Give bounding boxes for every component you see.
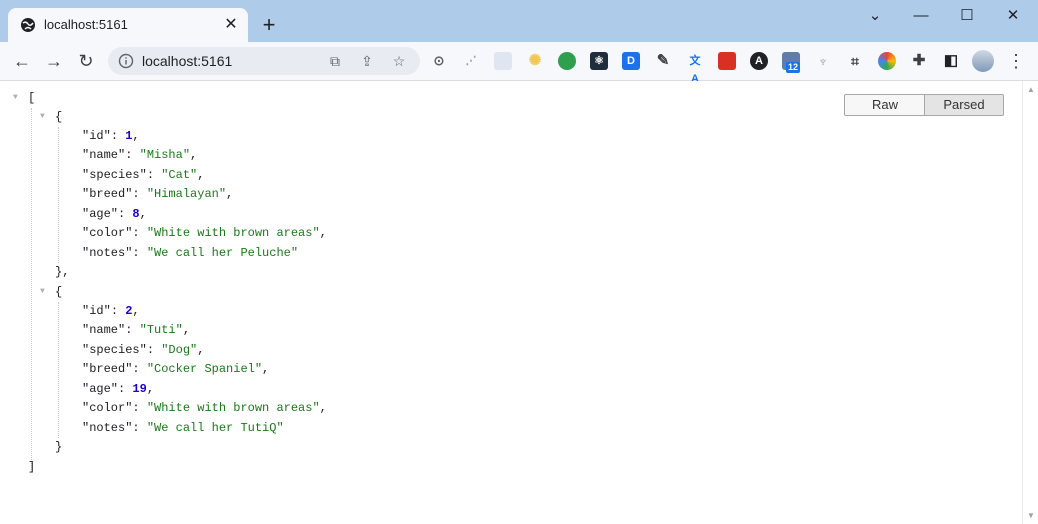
browser-titlebar: localhost:5161 ✕ + ⌄ — ☐ ✕ [0,0,1038,42]
object-close: }, [55,265,70,279]
extension-icon-6[interactable]: ⚛ [590,52,608,70]
tab-title: localhost:5161 [44,17,128,32]
maximize-button[interactable]: ☐ [945,6,989,26]
json-line-notes: "notes": "We call her TutiQ" [82,421,284,435]
collapse-object-toggle[interactable]: ▼ [40,112,45,121]
json-line-breed: "breed": "Himalayan", [82,187,234,201]
array-close: ] [28,460,36,474]
address-bar[interactable]: localhost:5161 ⧉ ⇪ ☆ [108,47,420,75]
close-window-button[interactable]: ✕ [991,6,1035,26]
octopus-icon[interactable]: ♆ [814,52,832,70]
translate-icon[interactable]: ⧉ [326,52,344,70]
back-button[interactable]: ← [10,49,34,73]
collapse-array-toggle[interactable]: ▼ [13,93,18,102]
json-line-name: "name": "Tuti", [82,323,191,337]
object-open: { [55,110,63,124]
json-line-species: "species": "Cat", [82,168,205,182]
bookmark-star-icon[interactable]: ☆ [390,52,408,70]
json-line-color: "color": "White with brown areas", [82,401,327,415]
share-icon[interactable]: ⇪ [358,52,376,70]
pen-icon[interactable]: ✎ [654,52,672,70]
object-open: { [55,285,63,299]
side-panel-icon[interactable]: ◧ [942,52,960,70]
json-line-id: "id": 1, [82,129,140,143]
capture-icon[interactable]: ⌗ [846,52,864,70]
browser-toolbar: ← → ↻ localhost:5161 ⧉ ⇪ ☆ ⊙ ⋰ ✺ ⚛ D ✎ 文… [0,42,1038,85]
extension-icon-1[interactable]: ⊙ [430,52,448,70]
menu-kebab-icon[interactable]: ⋮ [1004,49,1028,73]
color-picker-icon[interactable] [878,52,896,70]
extensions-puzzle-icon[interactable]: ✚ [910,52,928,70]
json-line-notes: "notes": "We call her Peluche" [82,246,299,260]
extension-icon-4[interactable]: ✺ [526,52,544,70]
view-toggle: Raw Parsed [844,94,1004,116]
extension-icon-5[interactable] [558,52,576,70]
reload-button[interactable]: ↻ [74,49,98,73]
json-line-species: "species": "Dog", [82,343,205,357]
extension-icon-2[interactable]: ⋰ [462,52,480,70]
json-line-color: "color": "White with brown areas", [82,226,327,240]
url-text: localhost:5161 [142,53,233,69]
globe-icon [21,18,35,32]
browser-tab[interactable]: localhost:5161 ✕ [8,8,248,42]
json-line-age: "age": 19, [82,382,155,396]
raw-button[interactable]: Raw [844,94,926,116]
extension-icon-9[interactable] [718,52,736,70]
json-line-id: "id": 2, [82,304,140,318]
indent-guide [58,302,59,438]
json-line-breed: "breed": "Cocker Spaniel", [82,362,270,376]
profile-avatar[interactable] [972,50,994,72]
indent-guide [31,108,32,472]
object-close: } [55,440,63,454]
array-open: [ [28,91,36,105]
indent-guide [58,127,59,263]
forward-button[interactable]: → [42,49,66,73]
json-line-age: "age": 8, [82,207,147,221]
angular-icon[interactable]: A [750,52,768,70]
json-line-name: "name": "Misha", [82,148,198,162]
vertical-scrollbar[interactable]: ▲ ▼ [1022,81,1038,524]
page-content: Raw Parsed ▼ [ ▼ { "id": 1, "name": "Mis… [0,81,1022,524]
parsed-button[interactable]: Parsed [924,94,1004,116]
extension-icon-7[interactable]: D [622,52,640,70]
translate-extension-icon[interactable]: 文A [686,52,704,85]
minimize-button[interactable]: — [899,6,943,26]
new-tab-button[interactable]: + [258,14,280,36]
scroll-down-arrow-icon[interactable]: ▼ [1027,511,1035,520]
scroll-up-arrow-icon[interactable]: ▲ [1027,85,1035,94]
extension-icon-3[interactable] [494,52,512,70]
close-tab-icon[interactable]: ✕ [222,16,240,34]
collapse-object-toggle[interactable]: ▼ [40,287,45,296]
info-icon[interactable] [118,53,134,69]
extension-badge: 12 [786,62,801,73]
tab-search-icon[interactable]: ⌄ [853,6,897,26]
